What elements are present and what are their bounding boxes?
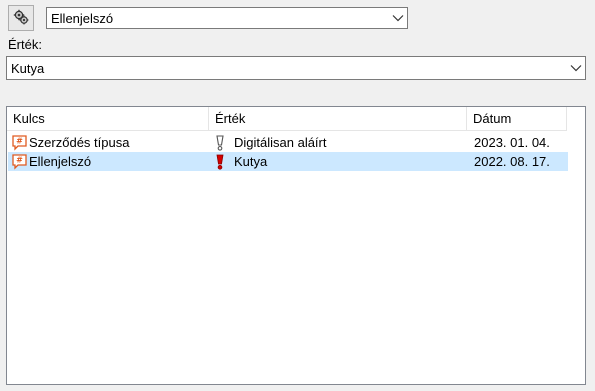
row-value: Kutya	[234, 154, 268, 169]
row-date: 2022. 08. 17.	[474, 154, 550, 169]
value-select-value: Kutya	[11, 60, 45, 76]
svg-text:#: #	[16, 155, 23, 164]
tag-icon: #	[12, 153, 29, 170]
key-select-value: Ellenjelszó	[51, 10, 114, 26]
chevron-down-icon	[567, 64, 585, 72]
settings-button[interactable]	[8, 5, 34, 31]
row-date: 2023. 01. 04.	[474, 135, 550, 150]
table-row[interactable]: # Szerződés típusa Digitálisan aláírt 20…	[8, 133, 568, 152]
table-row[interactable]: # Ellenjelszó Kutya 2022. 08. 17.	[8, 152, 568, 171]
exclamation-outline-icon	[214, 134, 226, 151]
row-key: Ellenjelszó	[29, 154, 92, 169]
exclamation-red-icon	[214, 154, 226, 170]
column-header-value[interactable]: Érték	[209, 107, 467, 131]
column-header-date-label: Dátum	[473, 111, 512, 126]
gears-icon	[13, 9, 29, 28]
column-header-key-label: Kulcs	[13, 111, 45, 126]
chevron-down-icon	[389, 14, 407, 22]
tag-icon: #	[12, 134, 29, 151]
svg-text:#: #	[16, 136, 23, 145]
value-label: Érték:	[8, 37, 42, 52]
row-key: Szerződés típusa	[29, 135, 130, 150]
key-value-list[interactable]: Kulcs Érték Dátum # Szerződés típusa Dig…	[6, 106, 586, 385]
row-value: Digitálisan aláírt	[234, 135, 327, 150]
column-header-date[interactable]: Dátum	[467, 107, 567, 131]
column-header-value-label: Érték	[215, 111, 246, 126]
value-select[interactable]: Kutya	[6, 56, 586, 80]
column-header-key[interactable]: Kulcs	[7, 107, 209, 131]
key-select[interactable]: Ellenjelszó	[46, 7, 408, 29]
